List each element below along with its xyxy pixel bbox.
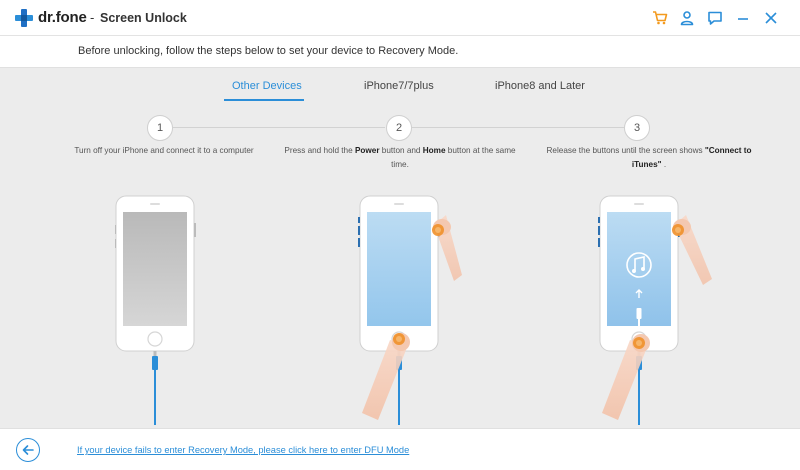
minimize-icon[interactable] xyxy=(733,8,753,28)
user-icon[interactable] xyxy=(677,8,697,28)
dfu-mode-link[interactable]: If your device fails to enter Recovery M… xyxy=(77,445,409,455)
step-connector xyxy=(173,127,385,128)
instruction-text: Before unlocking, follow the steps below… xyxy=(78,45,459,57)
step-1-description: Turn off your iPhone and connect it to a… xyxy=(74,146,254,155)
cart-icon[interactable] xyxy=(650,8,670,28)
arrow-left-icon xyxy=(22,445,34,455)
app-separator: - xyxy=(90,10,95,25)
phone-press-buttons-illustration xyxy=(358,195,462,425)
title-bar: dr.fone - Screen Unlock xyxy=(0,0,800,36)
tab-iphone7[interactable]: iPhone7/7plus xyxy=(364,80,434,92)
step-number-2: 2 xyxy=(386,115,412,141)
close-icon[interactable] xyxy=(761,8,781,28)
step-2-description: Press and hold the Power button and Home… xyxy=(284,146,516,169)
step-number-3: 3 xyxy=(624,115,650,141)
drfone-logo-icon xyxy=(15,9,33,27)
back-button[interactable] xyxy=(16,438,40,462)
footer-bar: If your device fails to enter Recovery M… xyxy=(0,428,800,470)
phone-connect-itunes-illustration xyxy=(598,195,712,425)
tab-other-devices[interactable]: Other Devices xyxy=(232,80,302,92)
step-connector xyxy=(412,127,624,128)
phone-powered-off-illustration xyxy=(115,195,196,425)
tab-iphone8-later[interactable]: iPhone8 and Later xyxy=(495,80,585,92)
step-number-1: 1 xyxy=(147,115,173,141)
app-name: dr.fone xyxy=(38,9,87,26)
feedback-icon[interactable] xyxy=(705,8,725,28)
active-tab-indicator xyxy=(224,99,304,101)
module-title: Screen Unlock xyxy=(100,11,187,25)
instruction-bar: Before unlocking, follow the steps below… xyxy=(0,36,800,68)
step-3-description: Release the buttons until the screen sho… xyxy=(546,146,752,169)
